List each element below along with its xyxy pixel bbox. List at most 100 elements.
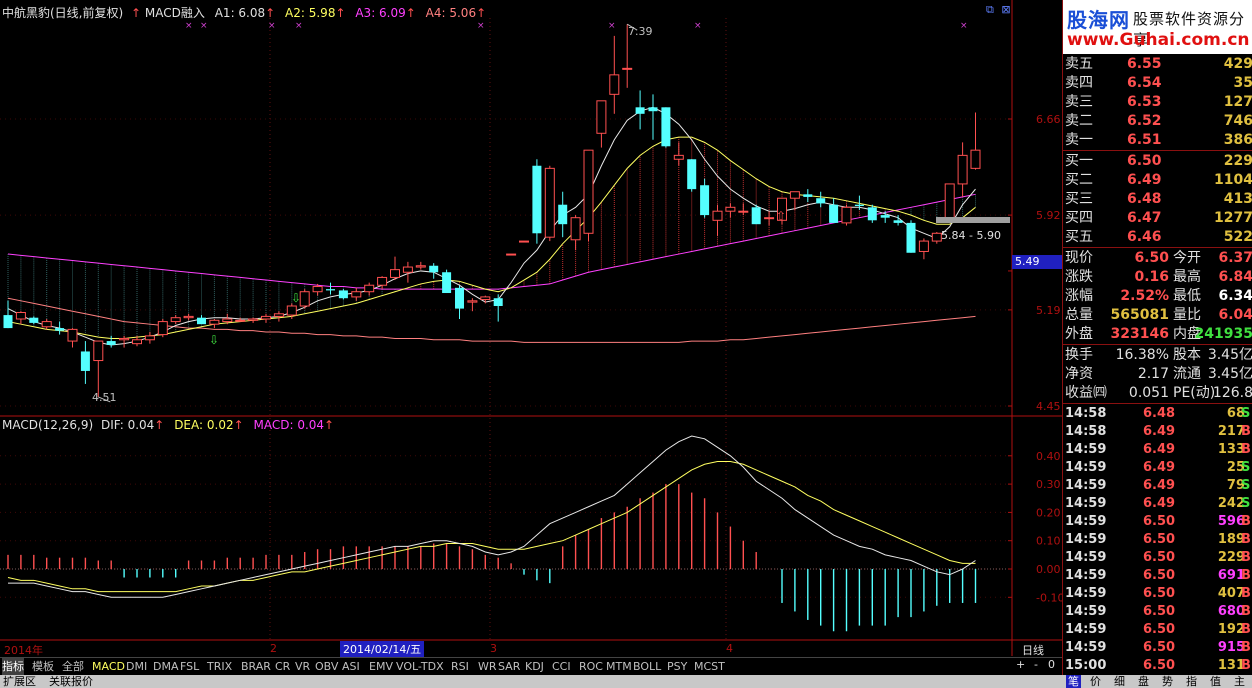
detail-tab[interactable]: 笔 [1066,675,1081,688]
tab-dma[interactable]: DMA [153,658,179,675]
tick-cell: 15:00 [1065,658,1107,673]
cell: 16.38% [1115,347,1169,363]
cell: 323146 [1110,326,1169,342]
a4-value: A4: 5.06 [425,6,477,20]
detail-tab[interactable]: 盘 [1138,675,1149,688]
chart-area[interactable]: 4.45 5.19 5.92 6.66 0.40 0.30 0.20 0.10 0.00 -0.1… [0,0,1062,656]
detail-tab[interactable]: 值 [1210,675,1221,688]
cell: 3.45亿 [1207,347,1252,363]
candle-body [455,287,464,309]
tab-sar[interactable]: SAR [498,658,520,675]
logo-url: www.Guhai.com.cn [1067,30,1250,50]
tab-全部[interactable]: 全部 [62,658,84,675]
tab-macd[interactable]: MACD [92,658,125,675]
window-controls[interactable]: ⧉ ⊠ [986,3,1011,17]
tab-mcst[interactable]: MCST [694,658,725,675]
zoom-reset-button[interactable]: 0 [1048,658,1055,671]
zoom-in-button[interactable]: + [1016,658,1025,671]
candle-body [532,165,542,234]
tab-brar[interactable]: BRAR [241,658,271,675]
divider [1063,247,1252,248]
candle-body [906,222,916,253]
tick-row: 14:59 6.49 133 B [1063,441,1252,459]
restore-icon[interactable]: ⧉ [986,3,994,16]
stat-row: 现价 6.50 今开 6.37 [1063,249,1252,268]
candle-body [854,204,864,207]
tick-cell: B [1241,424,1251,439]
tab-psy[interactable]: PSY [667,658,687,675]
candle-body [132,339,142,345]
candle-body [312,286,323,293]
cell: 522 [1223,229,1252,245]
cell: 总量 [1065,307,1093,323]
tick-cell: B [1241,640,1251,655]
cell: 6.50 [1127,153,1162,169]
detail-tab[interactable]: 势 [1162,675,1173,688]
cell: 6.55 [1127,56,1162,72]
tab-fsl[interactable]: FSL [180,658,199,675]
cell: 6.54 [1127,75,1162,91]
candle-body [93,340,104,362]
zoom-out-button[interactable]: - [1034,658,1038,671]
tick-row: 14:59 6.49 242 S [1063,495,1252,513]
up-arrow-icon: ↑ [131,6,142,20]
logo-name: 股海网 [1067,8,1130,32]
fund-row: 换手 16.38% 股本 3.45亿 [1063,346,1252,365]
cell: 6.34 [1218,288,1252,304]
x-label-year: 2014年 [4,644,43,657]
detail-tab[interactable]: 指 [1186,675,1197,688]
tick-cell: B [1241,550,1251,565]
candle-body [144,335,155,341]
period-label[interactable]: 日线 [1022,642,1044,658]
cell: 最低 [1173,288,1201,304]
buy-arrow-icon: ⇩ [209,333,219,347]
tab-mtm[interactable]: MTM [606,658,632,675]
bottom-tab[interactable]: 关联报价 [49,675,93,688]
close-icon[interactable]: ⊠ [1001,3,1010,16]
candle-body [880,215,890,218]
tick-cell: 14:58 [1065,406,1107,421]
candle-body [583,149,594,234]
y-tick-label: 5.92 [1036,209,1061,222]
up-arrow-icon: ↑ [405,6,416,20]
tab-wr[interactable]: WR [478,658,497,675]
tick-row: 14:58 6.49 217 B [1063,423,1252,441]
tick-cell: 14:58 [1065,424,1107,439]
candle-body [67,328,78,342]
detail-tab[interactable]: 价 [1090,675,1101,688]
tab-vol-tdx[interactable]: VOL-TDX [396,658,444,675]
tab-trix[interactable]: TRIX [207,658,232,675]
tab-指标[interactable]: 指标 [2,658,24,675]
tick-cell: 6.49 [1143,496,1176,511]
cell: 股本 [1173,347,1201,363]
tick-cell: 14:59 [1065,622,1107,637]
tick-cell: 6.50 [1143,640,1176,655]
bottom-tab[interactable]: 扩展区 [3,675,36,688]
dea-value: DEA: 0.02 [174,418,234,432]
detail-tab[interactable]: 细 [1114,675,1125,688]
tick-cell: B [1241,514,1251,529]
tab-kdj[interactable]: KDJ [525,658,544,675]
tick-cell: 6.48 [1143,406,1176,421]
tick-row: 14:59 6.50 915 B [1063,639,1252,657]
tick-row: 14:59 6.50 192 B [1063,621,1252,639]
tab-vr[interactable]: VR [295,658,310,675]
tab-cr[interactable]: CR [275,658,290,675]
candle-body [286,305,297,316]
detail-tab[interactable]: 主 [1234,675,1245,688]
candle-body [622,67,633,70]
tab-cci[interactable]: CCI [552,658,571,675]
cell: 6.49 [1127,172,1162,188]
tab-模板[interactable]: 模板 [32,658,54,675]
tab-emv[interactable]: EMV [369,658,393,675]
tick-cell: 6.49 [1143,442,1176,457]
tab-obv[interactable]: OBV [315,658,338,675]
tab-rsi[interactable]: RSI [451,658,469,675]
tab-roc[interactable]: ROC [579,658,603,675]
candle-body [351,291,362,298]
candle-body [3,315,13,329]
tab-dmi[interactable]: DMI [126,658,147,675]
signal-marker: × [477,21,485,31]
tab-asi[interactable]: ASI [342,658,360,675]
tab-boll[interactable]: BOLL [633,658,661,675]
